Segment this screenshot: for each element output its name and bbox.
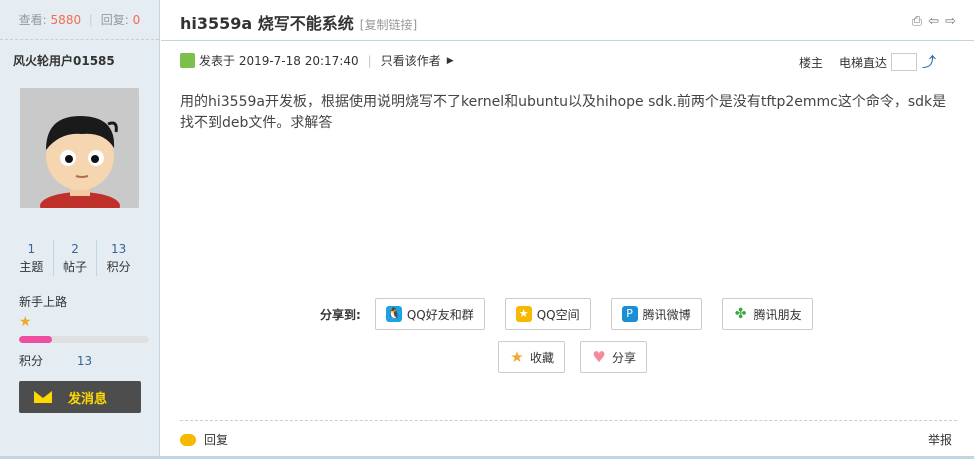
envelope-icon: [34, 391, 52, 403]
user-rank[interactable]: 新手上路: [19, 293, 67, 310]
stats-separator: |: [88, 13, 93, 27]
star-icon: ★: [19, 314, 32, 330]
posts-stat[interactable]: 2 帖子: [54, 240, 98, 276]
posts-count: 2: [71, 242, 79, 256]
share-qq-button[interactable]: 🐧 QQ好友和群: [374, 298, 485, 330]
share-friends-label: 腾讯朋友: [753, 307, 802, 322]
topics-label: 主题: [19, 260, 44, 274]
triangle-right-icon: ▶: [446, 55, 454, 66]
footer-divider: [180, 420, 957, 421]
rank-progress-bar: [19, 336, 149, 343]
share-weibo-label: 腾讯微博: [642, 307, 691, 322]
print-icon[interactable]: ⎙: [912, 14, 922, 29]
page-title: hi3559a 烧写不能系统: [180, 14, 354, 33]
copy-link-button[interactable]: [复制链接]: [360, 16, 417, 33]
heart-icon: ♥: [591, 348, 608, 366]
tencent-weibo-icon: P: [621, 306, 638, 322]
floor-jump-input[interactable]: [891, 53, 917, 71]
share-bar: 分享到: 🐧 QQ好友和群 ★ QQ空间 P 腾讯微博 ✤ 腾讯朋友: [320, 298, 833, 330]
meta-separator: |: [367, 53, 372, 68]
author-sidebar: 查看: 5880 | 回复: 0 风火轮用户01585 1 主题 2 帖子 13…: [0, 0, 160, 459]
title-toolbar: ⎙ ⇦ ⇨: [912, 14, 956, 29]
avatar-image: [20, 88, 139, 208]
points-count: 13: [111, 242, 127, 256]
score-label: 积分: [19, 354, 44, 368]
score-value: 13: [76, 354, 93, 368]
replies-label: 回复:: [100, 13, 129, 27]
topics-stat[interactable]: 1 主题: [10, 240, 54, 276]
topics-count: 1: [27, 242, 36, 256]
share-label: 分享到:: [320, 307, 361, 322]
author-stats: 1 主题 2 帖子 13 积分: [10, 240, 140, 276]
share-qzone-button[interactable]: ★ QQ空间: [504, 298, 591, 330]
views-label: 查看:: [18, 13, 47, 27]
share-qq-label: QQ好友和群: [406, 307, 474, 322]
star-icon: ★: [509, 348, 525, 366]
post-meta: 发表于 2019-7-18 20:17:40 | 只看该作者 ▶: [180, 52, 454, 69]
points-label: 积分: [106, 260, 131, 274]
reply-button[interactable]: 回复: [180, 431, 228, 448]
report-link[interactable]: 举报: [928, 431, 952, 448]
reply-label: 回复: [204, 433, 229, 447]
share-qzone-label: QQ空间: [536, 307, 580, 322]
prev-thread-icon[interactable]: ⇦: [928, 14, 939, 29]
rank-progress-fill: [19, 336, 52, 343]
action-buttons: ★ 收藏 ♥ 分享: [498, 341, 662, 373]
clover-icon: ✤: [732, 306, 749, 322]
score-row: 积分 13: [19, 352, 92, 369]
jump-label: 电梯直达: [838, 55, 887, 70]
share-tencent-weibo-button[interactable]: P 腾讯微博: [610, 298, 702, 330]
speech-bubble-icon: [180, 433, 196, 446]
thread-stats: 查看: 5880 | 回复: 0: [0, 0, 159, 40]
floor-label: 楼主: [798, 55, 823, 70]
replies-count: 0: [132, 13, 141, 27]
posted-time: 发表于 2019-7-18 20:17:40: [199, 54, 359, 68]
views-count: 5880: [50, 13, 82, 27]
avatar[interactable]: [20, 88, 139, 208]
favorite-label: 收藏: [530, 350, 555, 365]
favorite-button[interactable]: ★ 收藏: [498, 341, 566, 373]
share-button-label: 分享: [612, 350, 637, 365]
next-thread-icon[interactable]: ⇨: [945, 14, 956, 29]
only-author-link[interactable]: 只看该作者: [381, 52, 441, 69]
qq-icon: 🐧: [385, 306, 402, 322]
points-stat[interactable]: 13 积分: [97, 240, 140, 276]
author-username[interactable]: 风火轮用户01585: [13, 52, 115, 69]
online-user-icon: [180, 53, 195, 68]
share-tencent-friends-button[interactable]: ✤ 腾讯朋友: [721, 298, 813, 330]
send-message-label: 发消息: [68, 391, 108, 407]
title-divider: [161, 40, 974, 41]
posts-label: 帖子: [63, 260, 88, 274]
floor-nav: 楼主 电梯直达 ⤴: [799, 52, 936, 72]
post-content: 用的hi3559a开发板，根据使用说明烧写不了kernel和ubuntu以及hi…: [180, 94, 947, 131]
jump-go-icon[interactable]: ⤴: [922, 52, 936, 72]
share-button[interactable]: ♥ 分享: [580, 341, 648, 373]
qzone-icon: ★: [515, 306, 532, 322]
post-title-row: hi3559a 烧写不能系统 [复制链接]: [180, 10, 417, 34]
send-message-button[interactable]: 发消息: [19, 381, 141, 413]
